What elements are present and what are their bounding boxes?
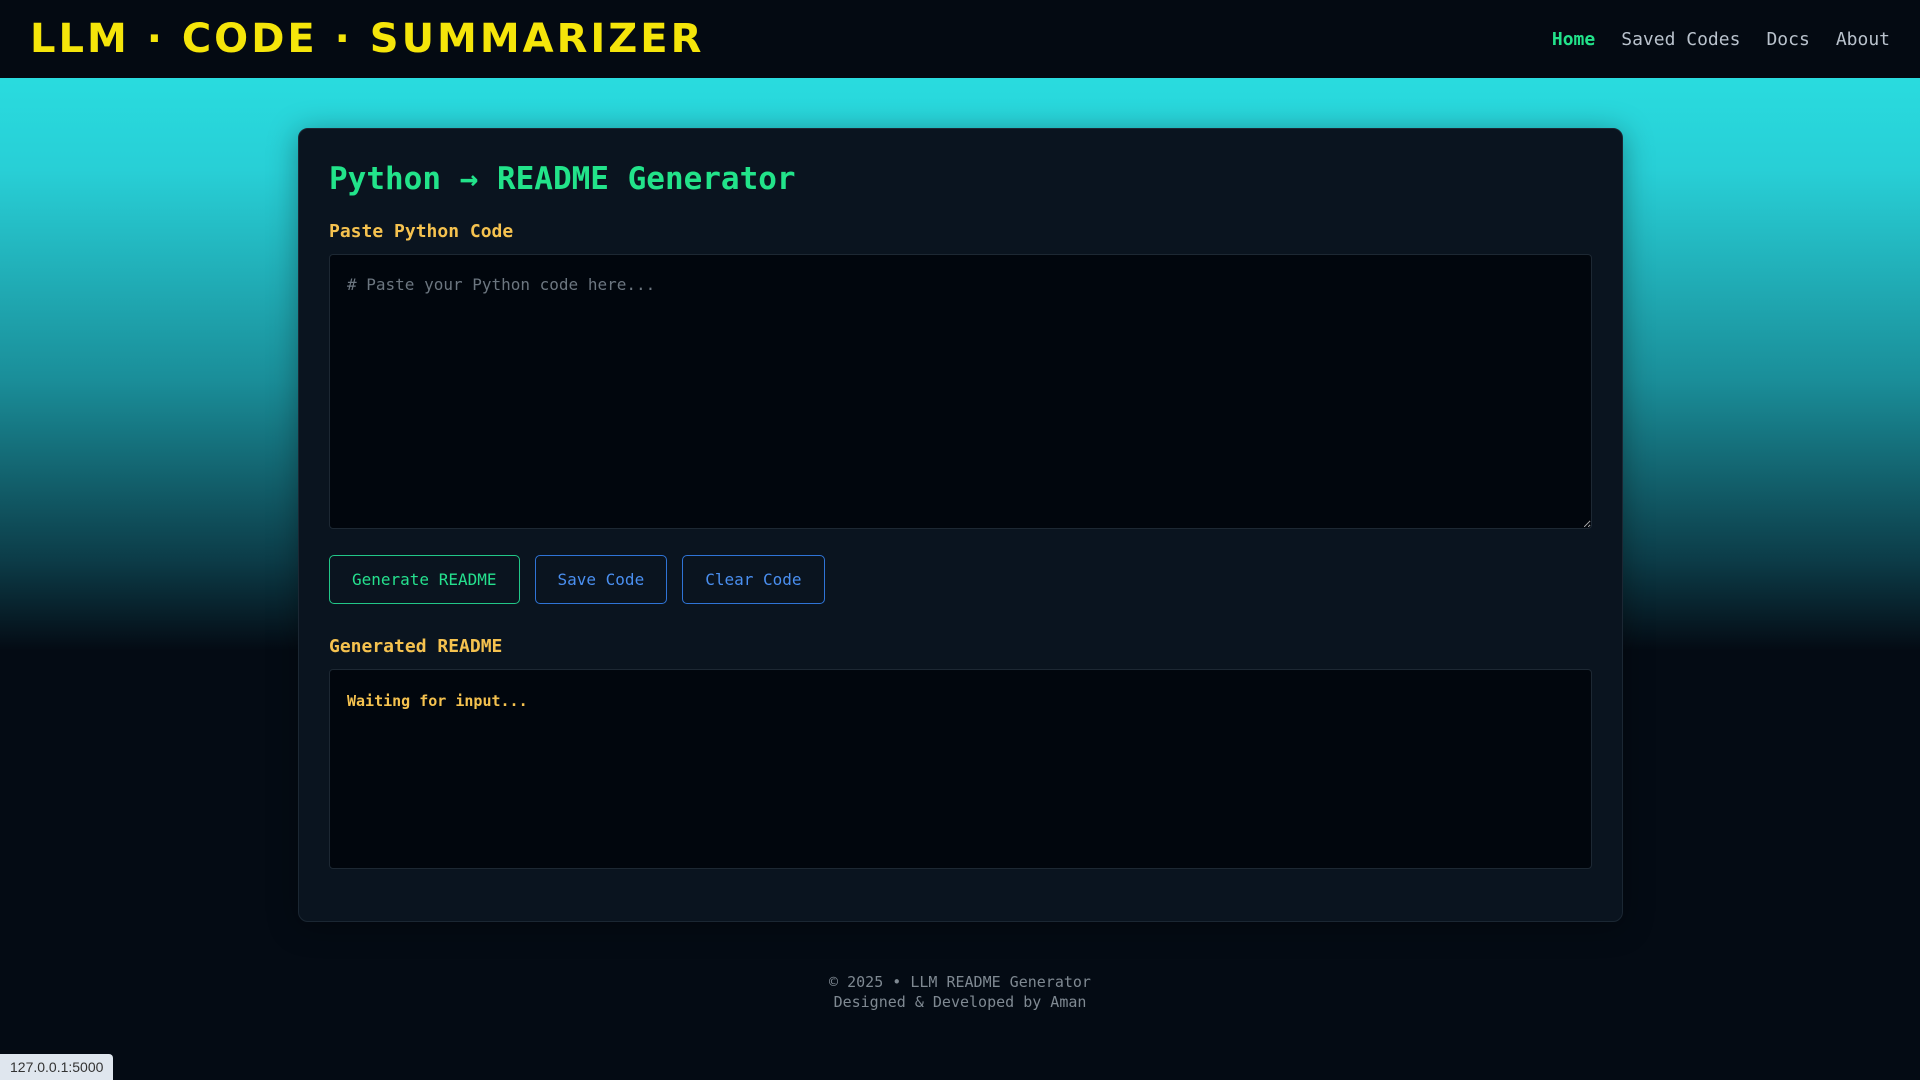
action-buttons: Generate README Save Code Clear Code [329,555,1592,604]
nav-docs-link[interactable]: Docs [1766,29,1809,50]
main-nav: Home Saved Codes Docs About [1552,29,1890,50]
nav-saved-codes-link[interactable]: Saved Codes [1621,29,1740,50]
app-logo-title[interactable]: LLM · CODE · SUMMARIZER [30,16,704,62]
generate-readme-button[interactable]: Generate README [329,555,520,604]
code-input-label: Paste Python Code [329,221,514,242]
page-title: Python → README Generator [329,161,796,197]
python-code-input[interactable] [329,254,1592,529]
nav-home-link[interactable]: Home [1552,29,1595,50]
top-navbar: LLM · CODE · SUMMARIZER Home Saved Codes… [0,0,1920,78]
readme-output[interactable]: Waiting for input... [329,669,1592,869]
output-label: Generated README [329,636,503,657]
save-code-button[interactable]: Save Code [534,555,668,604]
nav-about-link[interactable]: About [1836,29,1890,50]
footer-credit: Designed & Developed by Aman [833,993,1087,1011]
generator-card: Python → README Generator Paste Python C… [298,128,1623,922]
page-footer: © 2025 • LLM README Generator Designed &… [0,972,1920,1012]
output-status-text: Waiting for input... [347,692,528,710]
browser-status-url: 127.0.0.1:5000 [0,1054,114,1080]
clear-code-button[interactable]: Clear Code [682,555,825,604]
footer-copyright: © 2025 • LLM README Generator [829,973,1091,991]
